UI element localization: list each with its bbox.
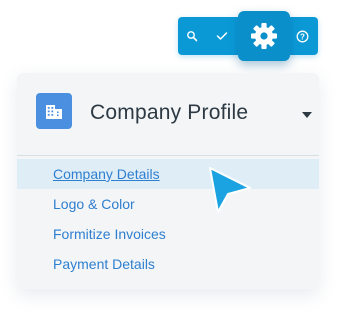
profile-menu: Company Details Logo & Color Formitize I…	[17, 159, 319, 279]
caret-down-icon[interactable]	[302, 112, 312, 118]
divider	[17, 155, 319, 156]
menu-item-formitize-invoices[interactable]: Formitize Invoices	[17, 219, 319, 249]
settings-button[interactable]	[238, 11, 290, 61]
company-profile-dropdown[interactable]: Company Profile	[17, 73, 319, 155]
gear-icon	[251, 23, 277, 49]
card-title: Company Profile	[90, 101, 249, 124]
check-icon	[216, 32, 228, 40]
building-icon	[46, 105, 62, 119]
menu-item-logo-color[interactable]: Logo & Color	[17, 189, 319, 219]
help-glyph: ?	[300, 32, 305, 41]
menu-item-payment-details[interactable]: Payment Details	[17, 249, 319, 279]
search-icon	[187, 31, 198, 42]
check-button[interactable]	[210, 17, 234, 55]
company-profile-card: Company Profile Company Details Logo & C…	[17, 73, 319, 289]
menu-item-company-details[interactable]: Company Details	[17, 159, 319, 189]
app-stage: ? Company Profile Company Details Logo &…	[0, 0, 340, 325]
help-button[interactable]: ?	[290, 17, 314, 55]
help-icon: ?	[296, 30, 308, 42]
building-badge	[36, 93, 72, 129]
search-button[interactable]	[180, 17, 204, 55]
